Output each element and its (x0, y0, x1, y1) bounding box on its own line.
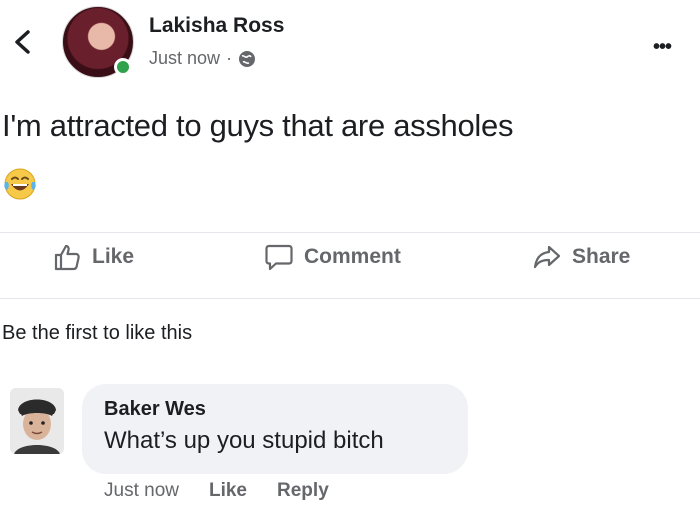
actions-bottom-divider (0, 298, 700, 299)
post-timestamp[interactable]: Just now (149, 48, 220, 69)
comment-like-button[interactable]: Like (209, 480, 247, 502)
comment-meta: Just now Like Reply (104, 480, 329, 502)
post-action-bar: Like Comment Share (0, 242, 700, 286)
comment-bubble-icon (265, 244, 293, 271)
post-meta: Just now · (149, 48, 256, 69)
meta-separator: · (226, 48, 233, 68)
laughing-tears-emoji-icon (4, 168, 36, 200)
share-arrow-icon (533, 245, 561, 269)
comment-reply-button[interactable]: Reply (277, 480, 329, 502)
share-button[interactable]: Share (532, 242, 630, 272)
commenter-avatar[interactable] (10, 388, 64, 454)
comment-bubble: Baker Wes What’s up you stupid bitch (82, 384, 468, 474)
online-status-indicator (114, 58, 132, 76)
globe-icon (239, 50, 256, 67)
share-button-label: Share (572, 245, 631, 268)
back-arrow-icon[interactable] (10, 28, 36, 56)
post-text: I'm attracted to guys that are assholes (2, 108, 514, 143)
actions-top-divider (0, 232, 700, 233)
likes-summary[interactable]: Be the first to like this (2, 322, 192, 345)
post-author-name[interactable]: Lakisha Ross (149, 14, 284, 38)
comment-button[interactable]: Comment (264, 242, 401, 272)
like-button-label: Like (92, 245, 135, 268)
like-button[interactable]: Like (52, 242, 134, 272)
comment-text: What’s up you stupid bitch (104, 427, 384, 454)
thumbs-up-icon (54, 244, 80, 271)
comment-button-label: Comment (304, 245, 401, 268)
more-options-icon[interactable]: ••• (653, 37, 672, 57)
comment-author-name[interactable]: Baker Wes (104, 398, 446, 421)
comment-timestamp[interactable]: Just now (104, 480, 179, 502)
